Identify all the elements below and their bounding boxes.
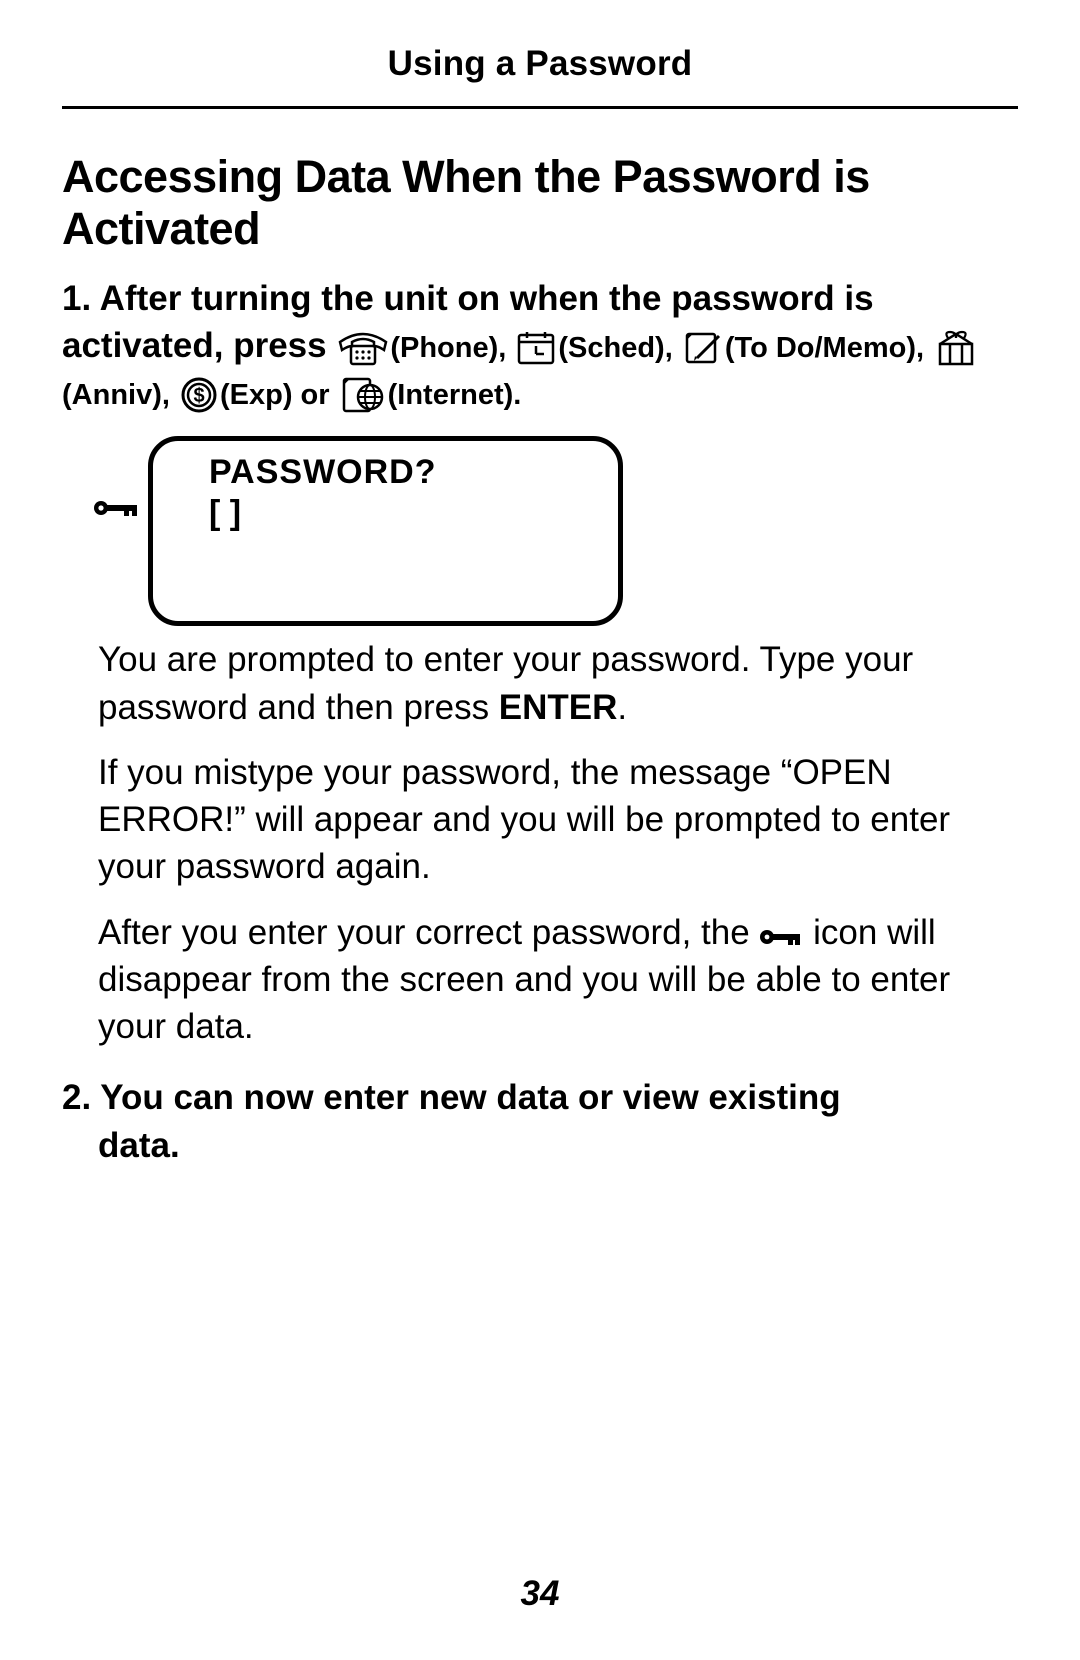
manual-page: Using a Password Accessing Data When the… [0, 0, 1080, 1660]
sep-or: or [293, 379, 338, 411]
todo-label: (To Do/Memo) [725, 332, 916, 364]
key-icon-inline [759, 913, 813, 952]
lcd-prompt: PASSWORD? [209, 453, 596, 492]
step-2: 2. You can now enter new data or view ex… [62, 1074, 1018, 1169]
paragraph-1: You are prompted to enter your password.… [98, 636, 1018, 731]
step-2-text-line1: You can now enter new data or view exist… [100, 1078, 840, 1117]
expense-icon: $ [180, 376, 218, 414]
internet-icon [340, 375, 386, 415]
sched-label: (Sched) [558, 332, 664, 364]
exp-label: (Exp) [220, 379, 293, 411]
phone-icon [338, 330, 388, 366]
step-1-number: 1. [62, 279, 91, 318]
memo-icon [683, 330, 723, 366]
enter-key-label: ENTER [499, 688, 618, 727]
lcd-input-brackets: [ ] [209, 494, 596, 533]
para1-part-b: . [617, 688, 627, 727]
sep: , [665, 332, 681, 364]
svg-text:$: $ [193, 385, 204, 407]
paragraph-2: If you mistype your password, the messag… [98, 749, 1018, 891]
paragraph-3: After you enter your correct password, t… [98, 909, 1018, 1051]
password-screen-row: PASSWORD? [ ] [92, 436, 1018, 626]
key-icon [92, 496, 140, 525]
schedule-icon [516, 330, 556, 366]
step-2-text-line2: data. [98, 1122, 1018, 1169]
anniv-icon [934, 328, 978, 368]
section-heading: Accessing Data When the Password is Acti… [62, 151, 1018, 255]
anniv-label: (Anniv) [62, 379, 162, 411]
sep: , [916, 332, 932, 364]
page-number: 34 [0, 1574, 1080, 1614]
step-1: 1. After turning the unit on when the pa… [62, 275, 1018, 417]
internet-label: (Internet) [388, 379, 514, 411]
phone-label: (Phone) [390, 332, 498, 364]
period: . [513, 379, 521, 411]
page-header-title: Using a Password [62, 44, 1018, 109]
sep: , [162, 379, 178, 411]
para3-part-a: After you enter your correct password, t… [98, 913, 759, 952]
lcd-screen: PASSWORD? [ ] [148, 436, 623, 626]
step-2-number: 2. [62, 1078, 91, 1117]
sep: , [498, 332, 514, 364]
